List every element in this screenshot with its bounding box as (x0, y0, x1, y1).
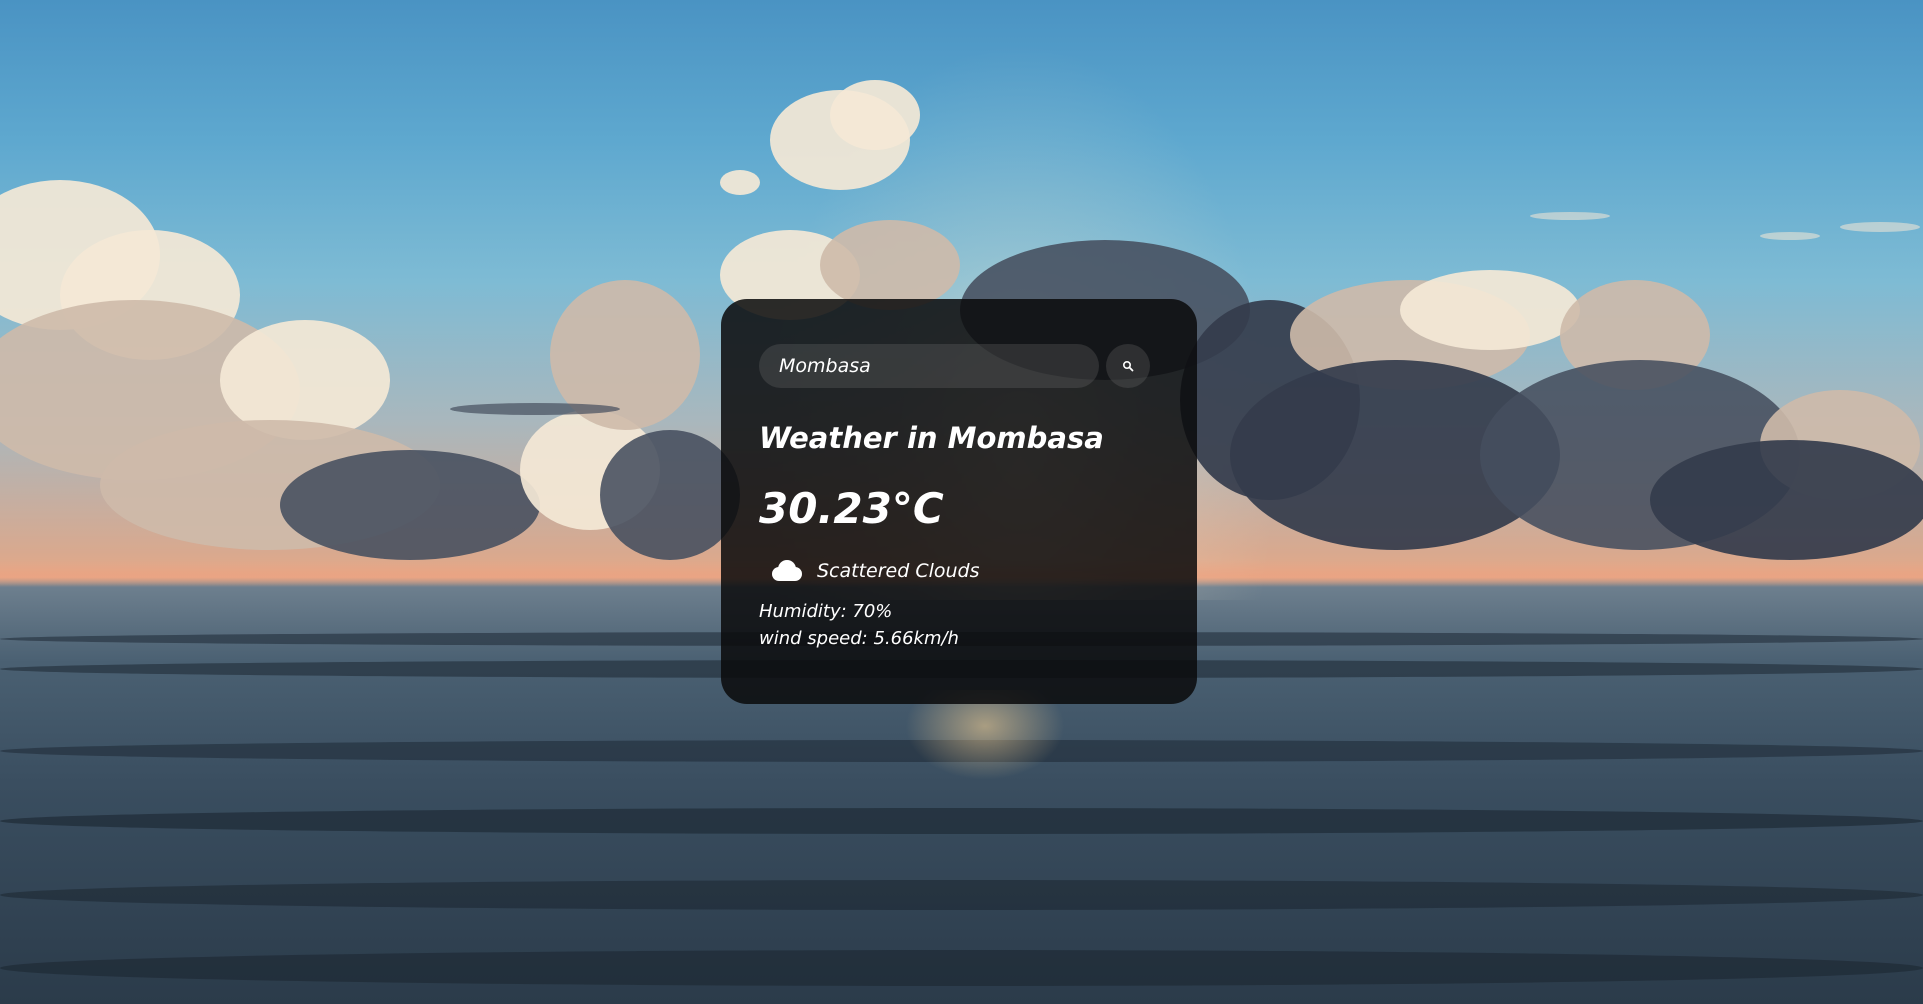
search-button[interactable] (1106, 344, 1150, 388)
cloud (280, 450, 540, 560)
humidity: Humidity: 70% (759, 601, 893, 622)
search-input[interactable] (759, 344, 1099, 388)
cloud (450, 403, 620, 415)
cloud (1840, 222, 1920, 232)
wave (0, 808, 1923, 834)
cloud (830, 80, 920, 150)
weather-description-row: Scattered Clouds (759, 558, 1159, 584)
cloud (820, 220, 960, 310)
wave (0, 950, 1923, 986)
wave (0, 880, 1923, 910)
cloud (600, 430, 740, 560)
temperature: 30.23°C (759, 484, 944, 533)
cloud (1760, 232, 1820, 240)
weather-description: Scattered Clouds (817, 560, 980, 582)
cloud (1530, 212, 1610, 220)
cloud (720, 170, 760, 195)
cloud (1650, 440, 1923, 560)
cloud-icon (772, 560, 802, 581)
search-bar (759, 344, 1159, 388)
cloud (1400, 270, 1580, 350)
search-icon (1122, 360, 1134, 372)
weather-card: Weather in Mombasa 30.23°C Scattered Clo… (721, 299, 1197, 704)
wind-speed: wind speed: 5.66km/h (759, 628, 959, 649)
city-title: Weather in Mombasa (759, 421, 1104, 455)
